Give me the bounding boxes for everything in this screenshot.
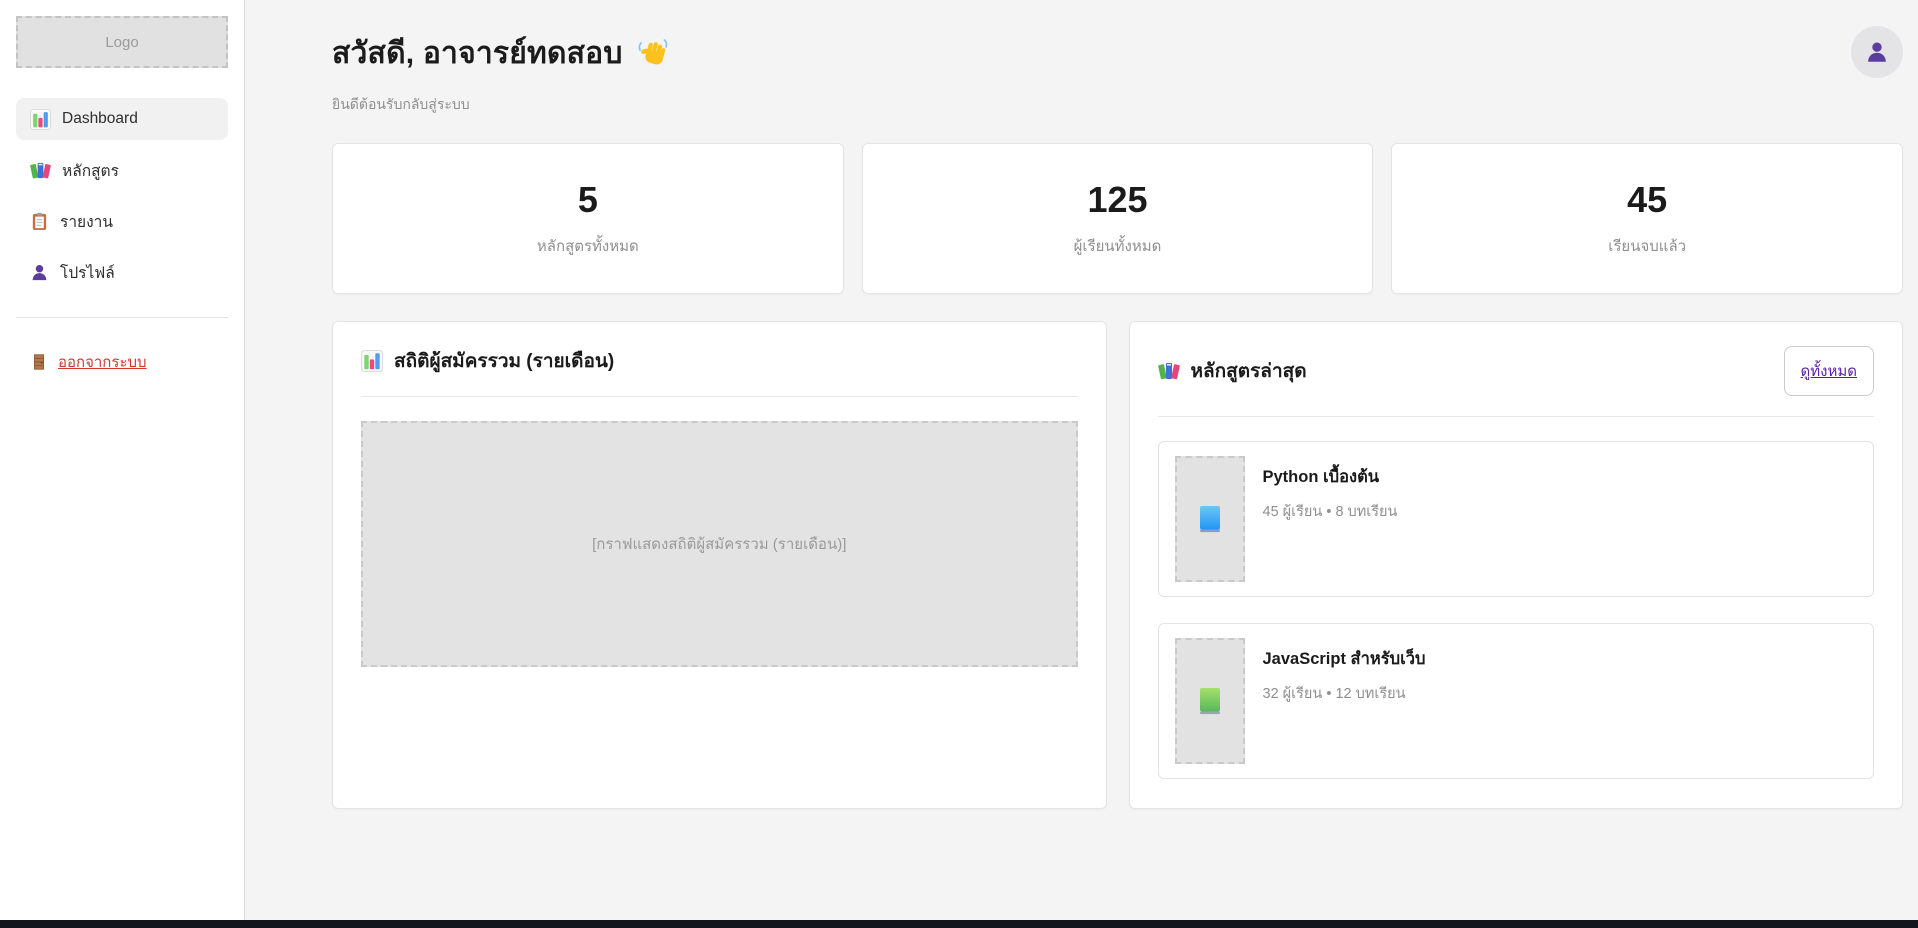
bottom-panels: สถิติผู้สมัครรวม (รายเดือน) [กราฟแสดงสถิ… [332, 321, 1903, 809]
panel-title: หลักสูตรล่าสุด [1158, 356, 1307, 386]
panel-title: สถิติผู้สมัครรวม (รายเดือน) [361, 346, 614, 376]
books-icon [30, 160, 51, 181]
user-avatar[interactable] [1851, 26, 1903, 78]
person-icon [30, 263, 49, 282]
greeting-text: สวัสดี, อาจารย์ทดสอบ [332, 30, 623, 77]
view-all-button[interactable]: ดูทั้งหมด [1784, 346, 1874, 396]
course-thumbnail-placeholder [1175, 638, 1245, 764]
sidebar-item-reports[interactable]: รายงาน [16, 200, 228, 242]
clipboard-icon [30, 212, 49, 231]
chart-placeholder-text: [กราฟแสดงสถิติผู้สมัครรวม (รายเดือน)] [592, 532, 846, 556]
course-thumbnail-placeholder [1175, 456, 1245, 582]
stat-value: 125 [1087, 179, 1147, 221]
bar-chart-icon [361, 350, 383, 372]
panel-divider [361, 396, 1078, 397]
waving-hand-icon [636, 37, 670, 71]
sidebar-item-label: รายงาน [60, 209, 113, 234]
page-title: สวัสดี, อาจารย์ทดสอบ [332, 30, 670, 77]
sidebar-divider [16, 317, 228, 318]
sidebar-item-label: โปรไฟล์ [60, 260, 115, 285]
page-header: สวัสดี, อาจารย์ทดสอบ [332, 20, 1903, 116]
bottom-window-edge [0, 920, 1918, 928]
panel-title-text: สถิติผู้สมัครรวม (รายเดือน) [394, 346, 614, 376]
panel-divider [1158, 416, 1875, 417]
main-content: สวัสดี, อาจารย์ทดสอบ [246, 0, 1918, 809]
sidebar-item-dashboard[interactable]: Dashboard [16, 98, 228, 140]
logo-text: Logo [105, 34, 138, 51]
sidebar-item-label: หลักสูตร [62, 158, 119, 183]
logout-label: ออกจากระบบ [58, 350, 147, 374]
course-title: JavaScript สำหรับเว็บ [1263, 646, 1426, 672]
course-meta: 45 ผู้เรียน • 8 บทเรียน [1263, 500, 1398, 523]
blue-book-icon [1199, 505, 1221, 533]
person-icon [1864, 39, 1890, 65]
stats-row: 5 หลักสูตรทั้งหมด 125 ผู้เรียนทั้งหมด 45… [332, 143, 1903, 294]
course-info: JavaScript สำหรับเว็บ 32 ผู้เรียน • 12 บ… [1263, 638, 1426, 764]
panel-header: สถิติผู้สมัครรวม (รายเดือน) [361, 346, 1078, 376]
sidebar-item-label: Dashboard [62, 110, 138, 128]
stat-label: หลักสูตรทั้งหมด [537, 234, 639, 258]
course-list: Python เบื้องต้น 45 ผู้เรียน • 8 บทเรียน [1158, 441, 1875, 779]
sidebar-item-profile[interactable]: โปรไฟล์ [16, 251, 228, 293]
course-info: Python เบื้องต้น 45 ผู้เรียน • 8 บทเรียน [1263, 456, 1398, 582]
page-subtitle: ยินดีต้อนรับกลับสู่ระบบ [332, 94, 670, 116]
recent-courses-panel: หลักสูตรล่าสุด ดูทั้งหมด [1129, 321, 1904, 809]
stat-value: 5 [578, 179, 598, 221]
stat-label: ผู้เรียนทั้งหมด [1074, 234, 1162, 258]
door-icon [30, 353, 48, 371]
course-item-python[interactable]: Python เบื้องต้น 45 ผู้เรียน • 8 บทเรียน [1158, 441, 1875, 597]
bar-chart-icon [30, 109, 51, 130]
course-item-javascript[interactable]: JavaScript สำหรับเว็บ 32 ผู้เรียน • 12 บ… [1158, 623, 1875, 779]
enrollment-stats-panel: สถิติผู้สมัครรวม (รายเดือน) [กราฟแสดงสถิ… [332, 321, 1107, 809]
greeting-block: สวัสดี, อาจารย์ทดสอบ [332, 20, 670, 116]
chart-placeholder: [กราฟแสดงสถิติผู้สมัครรวม (รายเดือน)] [361, 421, 1078, 667]
stat-card-completed: 45 เรียนจบแล้ว [1391, 143, 1903, 294]
green-book-icon [1199, 687, 1221, 715]
stat-card-total-students: 125 ผู้เรียนทั้งหมด [862, 143, 1374, 294]
stat-value: 45 [1627, 179, 1667, 221]
stat-label: เรียนจบแล้ว [1608, 234, 1686, 258]
panel-header: หลักสูตรล่าสุด ดูทั้งหมด [1158, 346, 1875, 396]
stat-card-total-courses: 5 หลักสูตรทั้งหมด [332, 143, 844, 294]
logout-link[interactable]: ออกจากระบบ [30, 350, 147, 374]
course-meta: 32 ผู้เรียน • 12 บทเรียน [1263, 682, 1426, 705]
sidebar-nav: Dashboard หลักสูตร [16, 98, 228, 293]
course-title: Python เบื้องต้น [1263, 464, 1398, 490]
books-icon [1158, 360, 1180, 382]
panel-title-text: หลักสูตรล่าสุด [1191, 356, 1307, 386]
sidebar-item-courses[interactable]: หลักสูตร [16, 149, 228, 191]
sidebar: Logo Dashboard [0, 0, 245, 920]
logo-placeholder: Logo [16, 16, 228, 68]
